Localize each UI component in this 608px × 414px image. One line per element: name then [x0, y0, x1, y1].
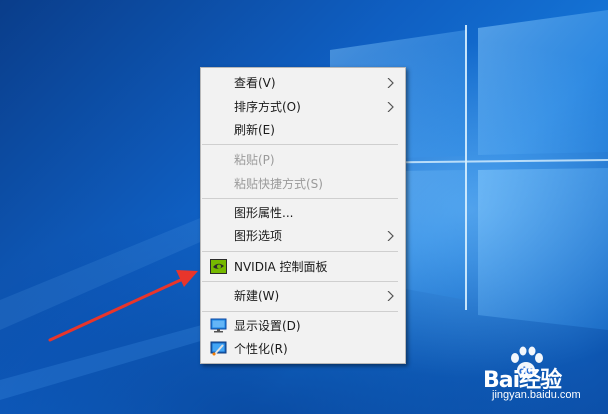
menu-item-label: 图形选项: [234, 229, 283, 243]
menu-separator: [202, 198, 398, 199]
menu-item-label: 粘贴(P): [234, 153, 275, 167]
menu-item-label: 刷新(E): [234, 123, 275, 137]
display-settings-icon: [210, 318, 227, 333]
chevron-right-icon: [387, 231, 394, 241]
menu-separator: [202, 144, 398, 145]
menu-item-label: 粘贴快捷方式(S): [234, 177, 323, 191]
chevron-right-icon: [387, 291, 394, 301]
menu-item-label: 个性化(R): [234, 342, 288, 356]
menu-item-new[interactable]: 新建(W): [201, 284, 405, 308]
personalize-icon: [210, 341, 227, 356]
menu-item-view[interactable]: 查看(V): [201, 71, 405, 95]
desktop-context-menu: 查看(V) 排序方式(O) 刷新(E) 粘贴(P) 粘贴快捷方式(S) 图形属性…: [200, 67, 406, 364]
menu-separator: [202, 311, 398, 312]
menu-item-nvidia-control-panel[interactable]: NVIDIA 控制面板: [201, 255, 405, 279]
menu-item-paste[interactable]: 粘贴(P): [201, 148, 405, 172]
menu-item-personalize[interactable]: 个性化(R): [201, 337, 405, 361]
menu-item-label: 排序方式(O): [234, 100, 301, 114]
desktop-wallpaper[interactable]: 查看(V) 排序方式(O) 刷新(E) 粘贴(P) 粘贴快捷方式(S) 图形属性…: [0, 0, 608, 414]
baidu-jingyan-watermark: du Bai经验 jingyan.baidu.com: [475, 344, 603, 410]
menu-item-label: 新建(W): [234, 289, 280, 303]
menu-item-refresh[interactable]: 刷新(E): [201, 118, 405, 142]
menu-separator: [202, 281, 398, 282]
menu-item-label: NVIDIA 控制面板: [234, 260, 328, 274]
menu-item-label: 显示设置(D): [234, 319, 301, 333]
menu-item-label: 查看(V): [234, 76, 276, 90]
menu-item-label: 图形属性...: [234, 206, 294, 220]
chevron-right-icon: [387, 78, 394, 88]
menu-separator: [202, 251, 398, 252]
menu-item-graphics-options[interactable]: 图形选项: [201, 224, 405, 248]
menu-item-display-settings[interactable]: 显示设置(D): [201, 314, 405, 338]
menu-item-graphics-properties[interactable]: 图形属性...: [201, 201, 405, 225]
chevron-right-icon: [387, 102, 394, 112]
watermark-site: jingyan.baidu.com: [492, 389, 581, 401]
nvidia-icon: [210, 259, 227, 274]
menu-item-paste-shortcut[interactable]: 粘贴快捷方式(S): [201, 172, 405, 196]
menu-item-sort-by[interactable]: 排序方式(O): [201, 95, 405, 119]
